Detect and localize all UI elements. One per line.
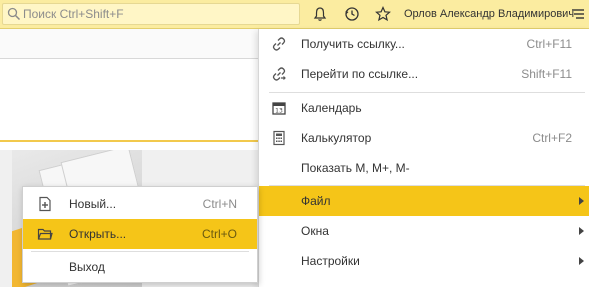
new-file-icon	[39, 196, 51, 212]
menu-item-label: Перейти по ссылке...	[301, 67, 419, 81]
submenu-item-label: Открыть...	[69, 227, 127, 241]
menu-item-shortcut: Ctrl+F2	[532, 131, 572, 145]
link-go-icon	[272, 67, 286, 81]
chevron-right-icon	[579, 257, 584, 265]
history-icon[interactable]	[344, 6, 360, 22]
menu-item-file[interactable]: Файл	[259, 186, 589, 216]
menu-item-label: Получить ссылку...	[301, 37, 405, 51]
calculator-icon	[273, 130, 285, 146]
open-folder-icon	[37, 228, 53, 240]
menu-item-label: Файл	[301, 194, 331, 208]
menu-item-calculator[interactable]: Калькулятор Ctrl+F2	[259, 123, 589, 153]
menu-item-go-to-link[interactable]: Перейти по ссылке... Shift+F11	[259, 59, 589, 89]
workspace-header	[0, 29, 258, 59]
submenu-item-shortcut: Ctrl+N	[202, 197, 237, 211]
submenu-item-shortcut: Ctrl+O	[201, 227, 237, 241]
menu-item-windows[interactable]: Окна	[259, 216, 589, 246]
menu-item-label: Настройки	[301, 254, 360, 268]
magnifier-icon	[7, 7, 21, 21]
chevron-right-icon	[579, 197, 584, 205]
menu-item-shortcut: Shift+F11	[521, 67, 572, 81]
submenu-item-new[interactable]: Новый... Ctrl+N	[23, 189, 257, 219]
search-box[interactable]	[2, 3, 300, 25]
search-input[interactable]	[23, 4, 293, 24]
menu-icon[interactable]	[570, 6, 586, 22]
user-name[interactable]: Орлов Александр Владимирович	[404, 8, 574, 20]
link-icon	[272, 37, 286, 51]
file-submenu: Новый... Ctrl+N Открыть... Ctrl+O Выход	[22, 186, 258, 283]
chevron-right-icon	[579, 227, 584, 235]
bell-icon[interactable]	[312, 6, 328, 22]
top-bar: Орлов Александр Владимирович	[0, 0, 589, 29]
menu-item-show-memory[interactable]: Показать M, M+, M-	[259, 153, 589, 183]
submenu-item-exit[interactable]: Выход	[23, 252, 257, 282]
svg-text:13: 13	[275, 108, 283, 115]
menu-item-calendar[interactable]: 13 Календарь	[259, 93, 589, 123]
calendar-icon: 13	[272, 102, 286, 115]
main-dropdown-menu: Получить ссылку... Ctrl+F11 Перейти по с…	[258, 29, 589, 287]
menu-item-label: Показать M, M+, M-	[301, 161, 410, 175]
menu-item-label: Окна	[301, 224, 329, 238]
menu-item-settings[interactable]: Настройки	[259, 246, 589, 276]
menu-item-get-link[interactable]: Получить ссылку... Ctrl+F11	[259, 29, 589, 59]
menu-item-shortcut: Ctrl+F11	[526, 37, 572, 51]
menu-item-label: Календарь	[301, 101, 362, 115]
menu-item-label: Калькулятор	[301, 131, 372, 145]
submenu-item-open[interactable]: Открыть... Ctrl+O	[23, 219, 257, 249]
star-icon[interactable]	[375, 6, 391, 22]
workspace-divider	[0, 140, 258, 142]
submenu-item-label: Новый...	[69, 197, 117, 211]
submenu-item-label: Выход	[69, 260, 105, 274]
